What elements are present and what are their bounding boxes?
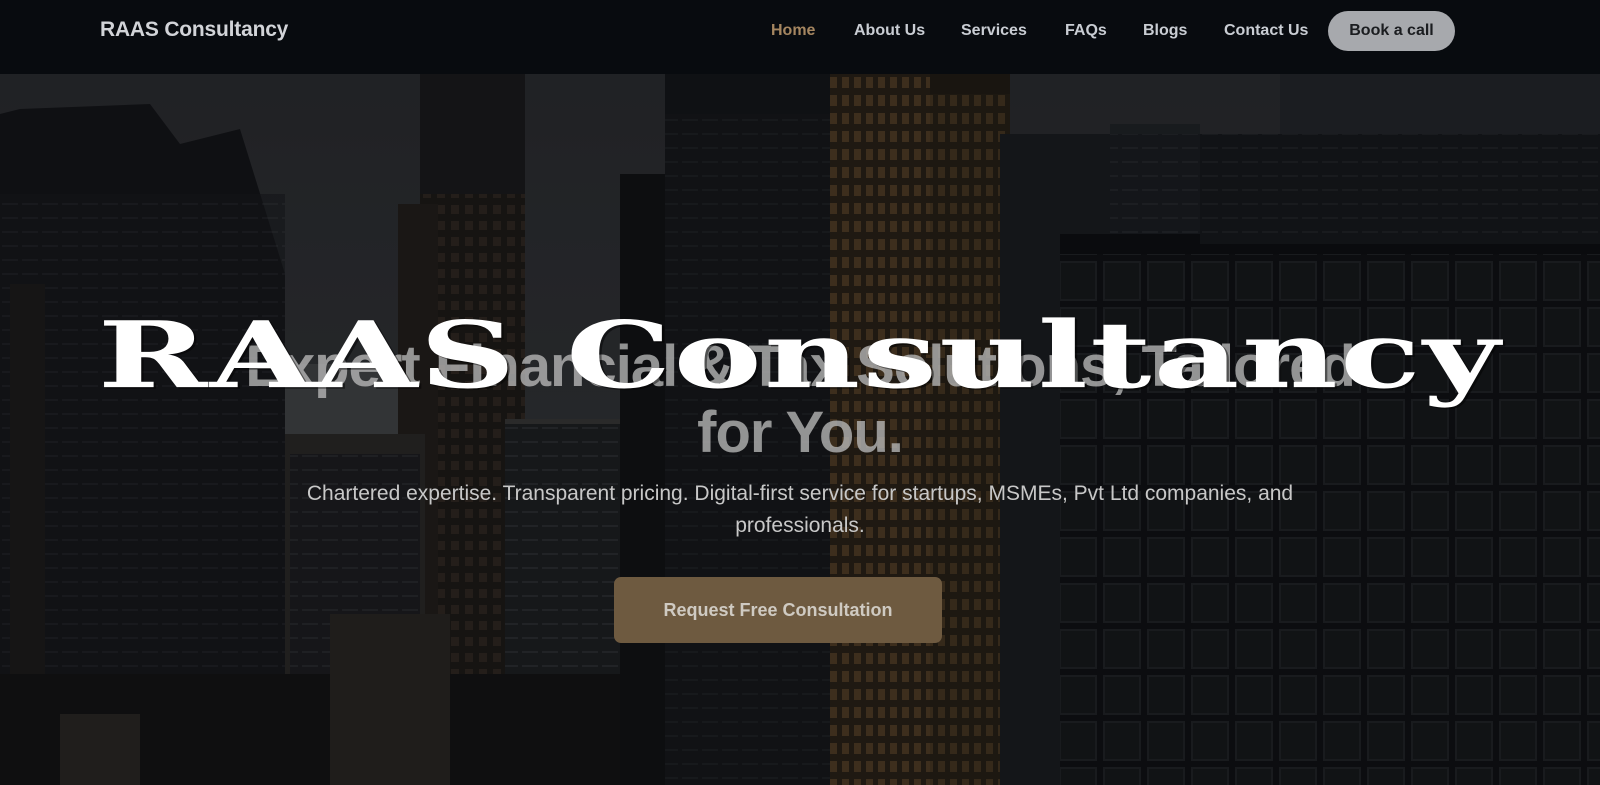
navbar: RAAS Consultancy Home About Us Services … (0, 0, 1600, 74)
nav-link-home[interactable]: Home (771, 22, 815, 40)
request-consultation-button[interactable]: Request Free Consultation (614, 577, 942, 643)
page: RAAS Consultancy Home About Us Services … (0, 0, 1600, 785)
nav-link-contact-us[interactable]: Contact Us (1224, 22, 1308, 40)
book-a-call-button[interactable]: Book a call (1328, 11, 1455, 51)
overlay-brand-title: RAAS Consultancy (97, 301, 1503, 410)
hero-subtitle: Chartered expertise. Transparent pricing… (306, 482, 1294, 537)
hero-headline-line2: for You. (697, 400, 904, 465)
nav-link-faqs[interactable]: FAQs (1065, 22, 1107, 40)
nav-link-blogs[interactable]: Blogs (1143, 22, 1187, 40)
hero-section: Expert Financial & Tax Solutions, Tailor… (0, 74, 1600, 785)
nav-link-about-us[interactable]: About Us (854, 22, 925, 40)
nav-link-services[interactable]: Services (961, 22, 1027, 40)
